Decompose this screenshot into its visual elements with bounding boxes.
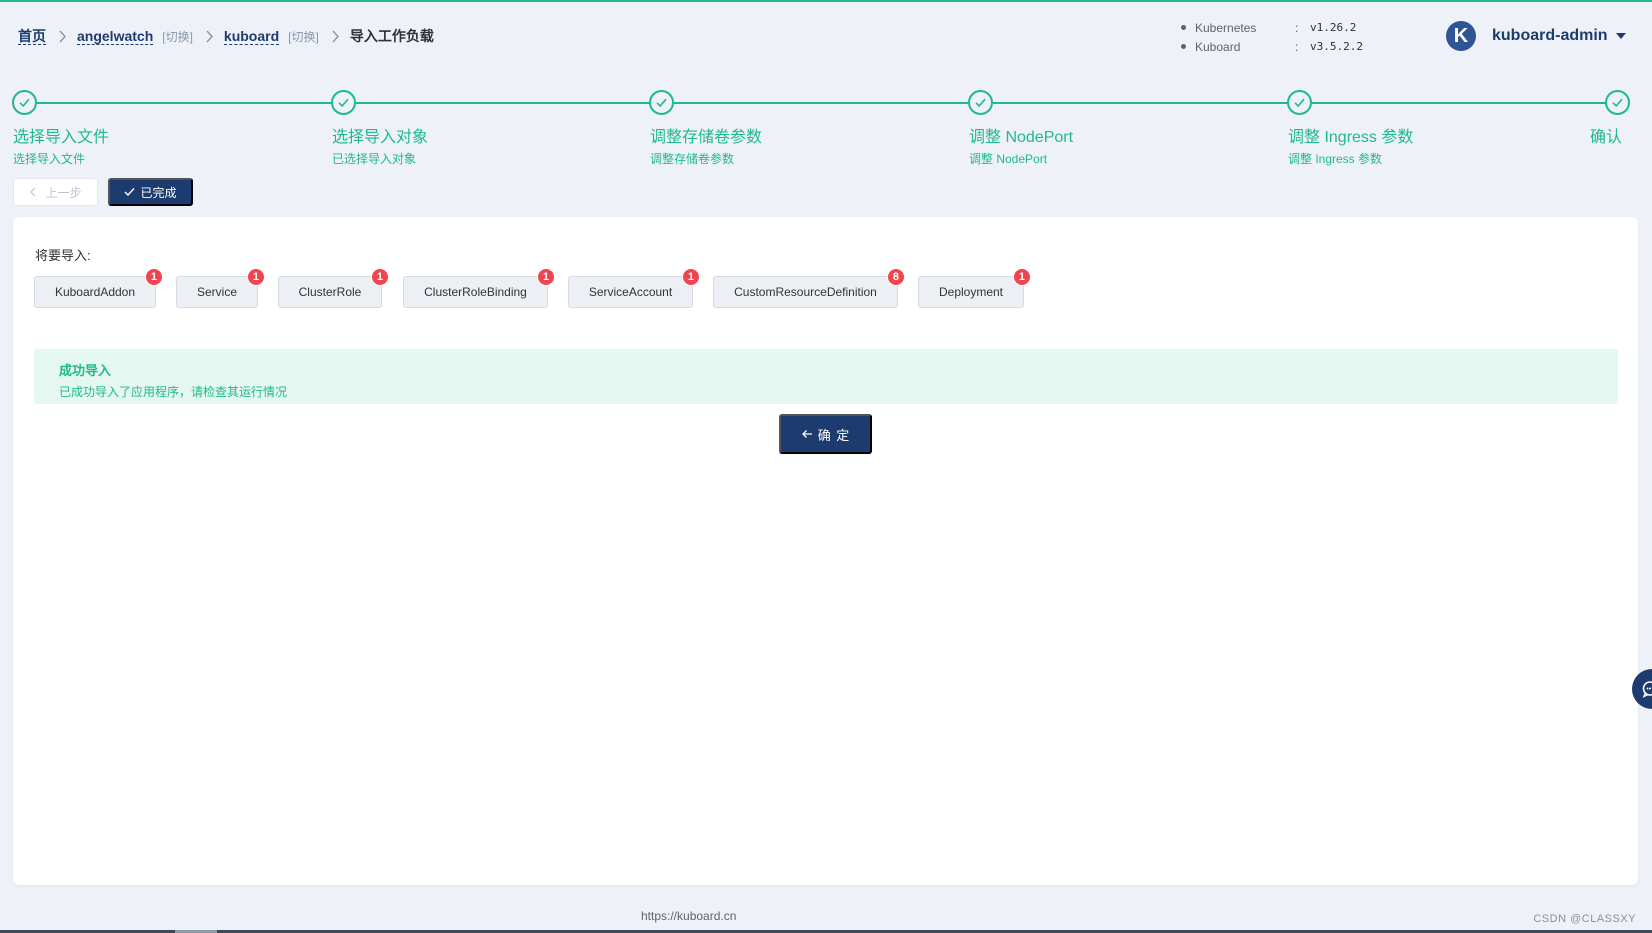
step-description: 调整 Ingress 参数 xyxy=(1288,152,1383,166)
check-icon xyxy=(124,188,135,197)
step-connector xyxy=(356,102,650,104)
user-name: kuboard-admin xyxy=(1492,27,1608,44)
chat-icon xyxy=(1642,681,1652,698)
check-icon xyxy=(649,90,674,115)
completed-button[interactable]: 已完成 xyxy=(108,178,193,206)
confirm-button[interactable]: 确 定 xyxy=(779,414,872,454)
version-name: Kubernetes xyxy=(1195,20,1257,35)
version-row-kuboard: Kuboard : v3.5.2.2 xyxy=(1181,37,1363,56)
chevron-right-icon xyxy=(331,30,340,43)
step-title: 确认 xyxy=(1590,129,1623,146)
step-connector xyxy=(1312,102,1614,104)
step-connector xyxy=(993,102,1288,104)
count-badge: 1 xyxy=(681,268,700,286)
step-description: 选择导入文件 xyxy=(13,152,86,166)
check-icon xyxy=(968,90,993,115)
watermark: CSDN @CLASSXY xyxy=(1533,913,1636,925)
step-5: 调整 Ingress 参数 调整 Ingress 参数 xyxy=(1287,90,1413,166)
prev-step-label: 上一步 xyxy=(45,185,82,200)
alert-title: 成功导入 xyxy=(59,363,112,378)
breadcrumb: 首页 angelwatch [切换] kuboard [切换] 导入工作负载 xyxy=(18,26,434,46)
version-colon: : xyxy=(1295,20,1299,35)
step-title: 选择导入文件 xyxy=(13,129,110,146)
step-title: 调整 NodePort xyxy=(969,129,1074,146)
resource-tag-service[interactable]: Service 1 xyxy=(176,268,265,308)
resource-tag-serviceaccount[interactable]: ServiceAccount 1 xyxy=(568,268,700,308)
chevron-right-icon xyxy=(58,30,67,43)
step-description: 已选择导入对象 xyxy=(332,152,417,166)
bullet-icon xyxy=(1181,25,1186,30)
count-badge: 8 xyxy=(886,268,905,286)
step-connector xyxy=(674,102,969,104)
alert-description: 已成功导入了应用程序，请检查其运行情况 xyxy=(59,385,288,399)
resource-tag-deployment[interactable]: Deployment 1 xyxy=(918,268,1031,308)
count-badge: 1 xyxy=(1012,268,1031,286)
version-value: v1.26.2 xyxy=(1310,21,1357,34)
resource-tag-customresourcedefinition[interactable]: CustomResourceDefinition 8 xyxy=(713,268,905,308)
avatar: K xyxy=(1446,21,1476,51)
resource-tag-label: Service xyxy=(196,285,237,299)
import-result-card: 将要导入: KuboardAddon 1 Service 1 ClusterRo… xyxy=(13,217,1638,885)
count-badge: 1 xyxy=(536,268,555,286)
resource-tag-clusterrole[interactable]: ClusterRole 1 xyxy=(278,268,389,308)
check-icon xyxy=(1605,90,1630,115)
step-2: 选择导入对象 已选择导入对象 xyxy=(331,90,428,166)
count-badge: 1 xyxy=(144,268,163,286)
step-4: 调整 NodePort 调整 NodePort xyxy=(968,90,1073,166)
step-title: 选择导入对象 xyxy=(332,129,429,146)
version-name: Kuboard xyxy=(1195,39,1241,54)
footer-link[interactable]: https://kuboard.cn xyxy=(641,909,736,923)
count-badge: 1 xyxy=(246,268,265,286)
resource-tag-label: CustomResourceDefinition xyxy=(734,285,877,299)
resource-tag-label: ServiceAccount xyxy=(588,285,673,299)
version-info: Kubernetes : v1.26.2 Kuboard : v3.5.2.2 xyxy=(1181,18,1363,56)
version-value: v3.5.2.2 xyxy=(1310,40,1363,53)
count-badge: 1 xyxy=(370,268,389,286)
bullet-icon xyxy=(1181,44,1186,49)
caret-down-icon xyxy=(1615,33,1626,39)
success-alert: 成功导入 已成功导入了应用程序，请检查其运行情况 xyxy=(34,349,1618,404)
step-1: 选择导入文件 选择导入文件 xyxy=(12,90,109,166)
user-menu[interactable]: K kuboard-admin xyxy=(1446,21,1626,51)
import-label: 将要导入: xyxy=(35,248,91,263)
step-title: 调整 Ingress 参数 xyxy=(1288,129,1414,146)
step-3: 调整存储卷参数 调整存储卷参数 xyxy=(649,90,762,166)
version-colon: : xyxy=(1295,39,1299,54)
step-description: 调整 NodePort xyxy=(969,152,1048,166)
breadcrumb-cluster-link[interactable]: kuboard xyxy=(223,28,280,45)
cluster-switch-link[interactable]: [切换] xyxy=(288,28,319,45)
chevron-left-icon xyxy=(30,187,36,197)
version-row-kubernetes: Kubernetes : v1.26.2 xyxy=(1181,18,1363,37)
import-steps: 选择导入文件 选择导入文件 选择导入对象 已选择导入对象 调整存储卷参数 调整存… xyxy=(0,90,1652,170)
resource-tag-label: Deployment xyxy=(938,285,1004,299)
resource-tag-label: ClusterRoleBinding xyxy=(424,285,527,299)
completed-label: 已完成 xyxy=(140,185,177,200)
step-description: 调整存储卷参数 xyxy=(650,152,735,166)
resource-tag-kuboardaddon[interactable]: KuboardAddon 1 xyxy=(34,268,163,308)
breadcrumb-home-link[interactable]: 首页 xyxy=(18,28,46,45)
prev-step-button[interactable]: 上一步 xyxy=(13,178,98,206)
resource-tag-clusterrolebinding[interactable]: ClusterRoleBinding 1 xyxy=(403,268,555,308)
check-icon xyxy=(12,90,37,115)
confirm-label: 确 定 xyxy=(817,427,851,443)
arrow-left-icon xyxy=(801,430,812,438)
chevron-right-icon xyxy=(205,30,214,43)
step-title: 调整存储卷参数 xyxy=(650,129,763,146)
resource-tag-label: ClusterRole xyxy=(298,285,362,299)
check-icon xyxy=(1287,90,1312,115)
top-accent-line xyxy=(0,0,1652,2)
step-6: 确认 xyxy=(1590,90,1630,146)
step-connector xyxy=(37,102,332,104)
namespace-switch-link[interactable]: [切换] xyxy=(162,28,193,45)
check-icon xyxy=(331,90,356,115)
breadcrumb-current: 导入工作负载 xyxy=(349,28,434,44)
breadcrumb-namespace-link[interactable]: angelwatch xyxy=(77,28,154,45)
resource-tag-label: KuboardAddon xyxy=(54,285,136,299)
